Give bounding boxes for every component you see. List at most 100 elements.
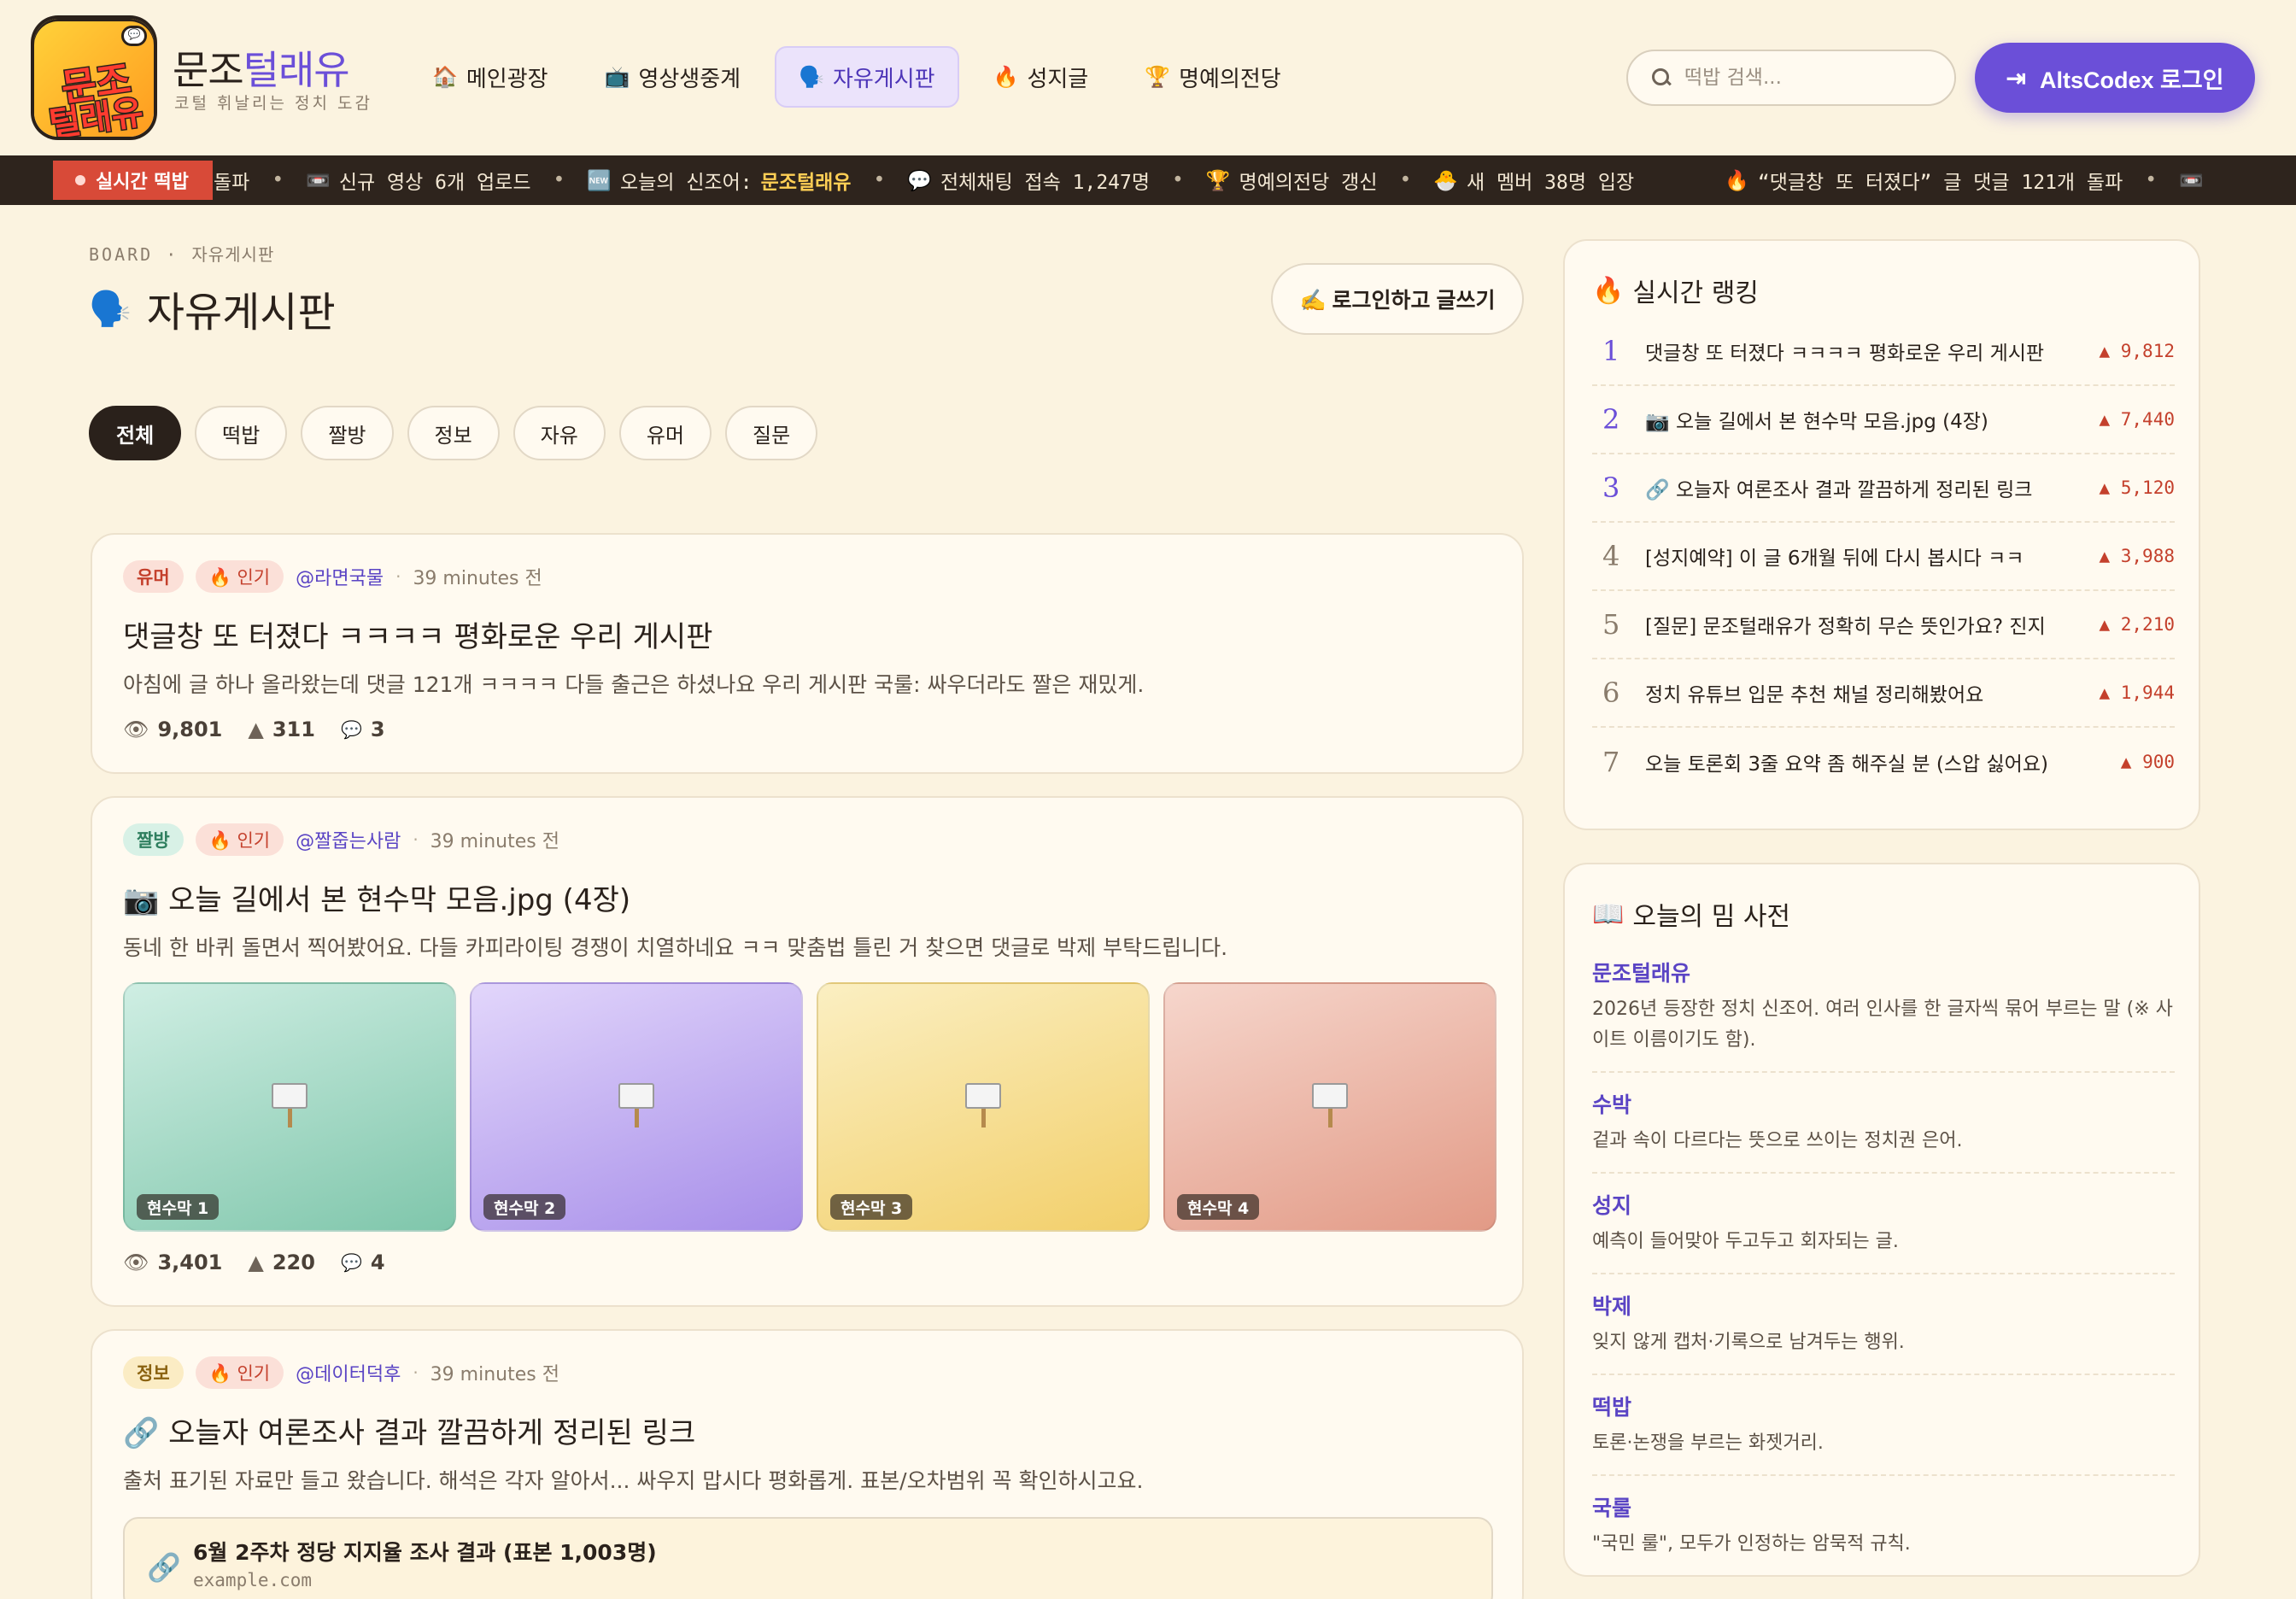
main-nav: 🏠 메인광장 📺 영상생중계 🗣️ 자유게시판 🔥 성지글 🏆 명예의전당 [410, 46, 1303, 108]
rank-number: 2 [1602, 403, 1620, 436]
rank-title: 🔗 오늘자 여론조사 결과 깔끔하게 정리된 링크 [1645, 479, 2033, 501]
meme-dictionary-panel: 📖 오늘의 밈 사전 문조털래유 2026년 등장한 정치 신조어. 여러 인사를 … [1563, 863, 2200, 1577]
ticker-item: 🐣 새 멤버 38명 입장 [1433, 166, 1634, 195]
dictionary-term[interactable]: 성지 [1592, 1189, 2175, 1220]
ranking-item[interactable]: 7 오늘 토론회 3줄 요약 좀 해주실 분 (스압 싫어요) ▲ 900 [1592, 728, 2175, 796]
ranking-item[interactable]: 3 🔗 오늘자 여론조사 결과 깔끔하게 정리된 링크 ▲ 5,120 [1592, 454, 2175, 523]
meta-separator: · [395, 566, 401, 587]
signboard-icon [272, 1083, 308, 1128]
dictionary-term[interactable]: 떡밥 [1592, 1391, 2175, 1421]
ranking-item[interactable]: 6 정치 유튜브 입문 추천 채널 정리해봤어요 ▲ 1,944 [1592, 659, 2175, 728]
view-count-value: 3,401 [157, 1250, 223, 1274]
rank-score: ▲ 3,988 [2099, 546, 2175, 566]
post-title[interactable]: 댓글창 또 터졌다 ㅋㅋㅋㅋ 평화로운 우리 게시판 [123, 613, 712, 655]
login-button[interactable]: ⇥ AltsCodex 로그인 [1975, 43, 2255, 113]
rank-title: 정치 유튜브 입문 추천 채널 정리해봤어요 [1645, 684, 1984, 706]
vote-count-value: 311 [272, 718, 315, 741]
comment-count-value: 3 [370, 718, 385, 741]
post-author[interactable]: @데이터덕후 [296, 1359, 401, 1386]
link-domain: example.com [193, 1570, 313, 1590]
image-gallery: 현수막 1 현수막 2 현수막 3 현수막 4 [123, 982, 1496, 1232]
post-card[interactable]: 정보 🔥 인기 @데이터덕후 · 39 minutes 전 🔗 오늘자 여론조사… [91, 1329, 1524, 1599]
post-card[interactable]: 유머 🔥 인기 @라면국물 · 39 minutes 전 댓글창 또 터졌다 ㅋ… [91, 533, 1524, 774]
category-badge: 정보 [123, 1356, 184, 1389]
trophy-icon: 🏆 [1145, 65, 1171, 89]
nav-label: 성지글 [1027, 66, 1089, 92]
nav-label: 메인광장 [466, 66, 548, 92]
filter-chip-bait[interactable]: 떡밥 [195, 406, 288, 460]
nav-item-free-board[interactable]: 🗣️ 자유게시판 [775, 46, 959, 108]
post-excerpt: 아침에 글 하나 올라왔는데 댓글 121개 ㅋㅋㅋㅋ 다들 출근은 하셨나요 … [123, 672, 1145, 697]
ticker-item: 🔥 “댓글창 또 터졌다” 글 댓글 121개 돌파 [1725, 166, 2123, 195]
image-thumbnail[interactable]: 현수막 4 [1163, 982, 1496, 1232]
image-thumbnail[interactable]: 현수막 3 [817, 982, 1150, 1232]
filter-chip-all[interactable]: 전체 [89, 406, 182, 460]
nav-item-main-plaza[interactable]: 🏠 메인광장 [410, 46, 571, 108]
rank-title: [질문] 문조털래유가 정확히 무슨 뜻인가요? 진지 [1645, 616, 2046, 638]
post-author[interactable]: @짤줍는사람 [296, 826, 401, 853]
hot-badge: 🔥 인기 [195, 1356, 284, 1389]
tv-icon: 📺 [604, 65, 630, 89]
ticker-separator: • [272, 169, 284, 191]
ticker-item: 🆕 오늘의 신조어: 문조털래유 [587, 166, 851, 195]
view-count: 👁 3,401 [123, 1250, 222, 1274]
nav-item-hall-of-fame[interactable]: 🏆 명예의전당 [1122, 46, 1303, 108]
ticker-separator: • [553, 169, 565, 191]
ticker-text: 전체채팅 접속 1,247명 [940, 172, 1151, 194]
brand-title-accent: 털래유 [243, 47, 350, 93]
ticker-separator: • [1399, 169, 1412, 191]
comment-count: 💬 3 [341, 718, 385, 741]
vote-count: ▲ 220 [248, 1250, 315, 1274]
nav-label: 영상생중계 [638, 66, 741, 92]
rank-number: 6 [1602, 676, 1620, 709]
breadcrumb-root[interactable]: BOARD [89, 244, 153, 265]
write-post-button[interactable]: ✍️ 로그인하고 글쓰기 [1271, 263, 1524, 335]
hot-badge: 🔥 인기 [195, 560, 284, 593]
rank-score: ▲ 9,812 [2099, 341, 2175, 361]
filter-chip-meme-image[interactable]: 짤방 [301, 406, 394, 460]
post-title[interactable]: 🔗 오늘자 여론조사 결과 깔끔하게 정리된 링크 [123, 1409, 695, 1451]
dictionary-entry: 수박 겉과 속이 다르다는 뜻으로 쓰이는 정치권 은어. [1592, 1088, 2175, 1174]
dictionary-term[interactable]: 국룰 [1592, 1491, 2175, 1522]
panel-title: 📖 오늘의 밈 사전 [1592, 895, 1790, 933]
post-stats: 👁 9,801 ▲ 311 💬 3 [123, 718, 385, 741]
ticker-text: 돌파 [214, 172, 250, 194]
post-title[interactable]: 📷 오늘 길에서 본 현수막 모음.jpg (4장) [123, 876, 630, 918]
dictionary-entry: 문조털래유 2026년 등장한 정치 신조어. 여러 인사를 한 글자씩 묶어 부… [1592, 957, 2175, 1073]
brand-title[interactable]: 문조털래유 [173, 39, 350, 96]
filter-chip-info[interactable]: 정보 [407, 406, 500, 460]
search-icon [1652, 68, 1671, 87]
dictionary-term[interactable]: 수박 [1592, 1088, 2175, 1119]
ticker-highlight: 문조털래유 [760, 172, 852, 194]
filter-chip-free[interactable]: 자유 [512, 406, 606, 460]
dictionary-term[interactable]: 박제 [1592, 1290, 2175, 1321]
ranking-item[interactable]: 5 [질문] 문조털래유가 정확히 무슨 뜻인가요? 진지 ▲ 2,210 [1592, 591, 2175, 659]
panel-title-text: 실시간 랭킹 [1632, 278, 1759, 308]
ticker-label-text: 실시간 떡밥 [96, 172, 189, 193]
link-title: 6월 2주차 정당 지지율 조사 결과 (표본 1,003명) [193, 1540, 657, 1565]
page-title-text: 자유게시판 [146, 289, 336, 337]
ticker-separator: • [873, 169, 886, 191]
link-preview-card[interactable]: 🔗 6월 2주차 정당 지지율 조사 결과 (표본 1,003명) exampl… [123, 1517, 1493, 1599]
dictionary-term[interactable]: 문조털래유 [1592, 957, 2175, 987]
nav-item-live-video[interactable]: 📺 영상생중계 [583, 46, 764, 108]
nav-item-holy-posts[interactable]: 🔥 성지글 [971, 46, 1111, 108]
post-author[interactable]: @라면국물 [296, 563, 384, 590]
filter-chip-question[interactable]: 질문 [725, 406, 818, 460]
videocassette-icon: 📼 [306, 169, 331, 192]
ranking-item[interactable]: 2 📷 오늘 길에서 본 현수막 모음.jpg (4장) ▲ 7,440 [1592, 386, 2175, 454]
post-stats: 👁 3,401 ▲ 220 💬 4 [123, 1250, 385, 1274]
image-thumbnail[interactable]: 현수막 2 [470, 982, 803, 1232]
ranking-item[interactable]: 1 댓글창 또 터졌다 ㅋㅋㅋㅋ 평화로운 우리 게시판 ▲ 9,812 [1592, 318, 2175, 386]
site-logo[interactable]: 💬 문조 털래유 [34, 19, 154, 137]
ranking-item[interactable]: 4 [성지예약] 이 글 6개월 뒤에 다시 봅시다 ㅋㅋ ▲ 3,988 [1592, 523, 2175, 591]
filter-chip-humor[interactable]: 유머 [618, 406, 712, 460]
post-card[interactable]: 짤방 🔥 인기 @짤줍는사람 · 39 minutes 전 📷 오늘 길에서 본… [91, 796, 1524, 1307]
search-input[interactable] [1684, 67, 1932, 89]
search-box [1626, 50, 1956, 106]
ticker-item: 🏆 명예의전당 갱신 [1206, 166, 1378, 195]
login-icon: ⇥ [2006, 64, 2026, 91]
ticker-label: 실시간 떡밥 [53, 161, 213, 200]
image-thumbnail[interactable]: 현수막 1 [123, 982, 456, 1232]
ranking-list: 1 댓글창 또 터졌다 ㅋㅋㅋㅋ 평화로운 우리 게시판 ▲ 9,812 2 📷 오늘… [1592, 318, 2175, 796]
